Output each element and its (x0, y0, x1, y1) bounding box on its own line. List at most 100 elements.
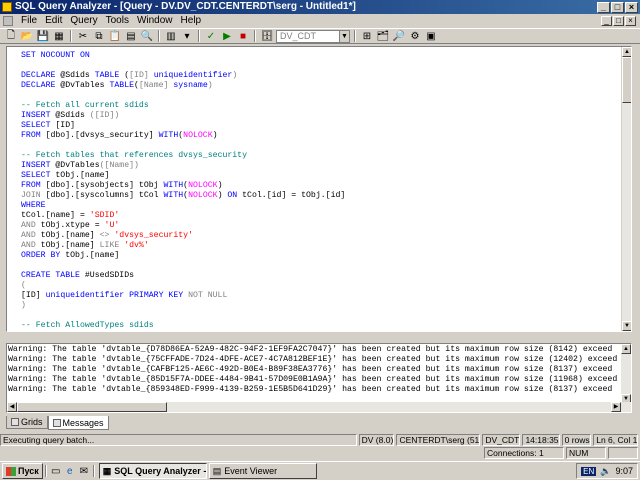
mdi-restore-button[interactable]: □ (613, 16, 624, 26)
object-browser-icon[interactable]: 🗂 (376, 30, 390, 43)
code-line[interactable]: WHERE (21, 201, 621, 211)
object-search-icon[interactable]: 🔎 (392, 30, 406, 43)
code-line[interactable]: FROM [dbo].[sysobjects] tObj WITH(NOLOCK… (21, 181, 621, 191)
code-line[interactable] (21, 311, 621, 321)
outlook-icon[interactable]: ✉ (77, 464, 91, 478)
results-mode-icon[interactable]: ▥ (164, 30, 178, 43)
parse-query-icon[interactable]: ✓ (204, 30, 218, 43)
code-line[interactable]: tCol.[name] = 'SDID' (21, 211, 621, 221)
open-icon[interactable]: 📂 (20, 30, 34, 43)
status-empty (608, 447, 638, 459)
tray-clock[interactable]: 9:07 (615, 466, 633, 476)
code-line[interactable]: FROM [dbo].[dvsys_security] WITH(NOLOCK) (21, 131, 621, 141)
code-token: tObj.[name] (35, 241, 100, 250)
status-bar-secondary: Connections: 1 NUM (0, 447, 640, 459)
dropdown-arrow-icon[interactable]: ▾ (180, 30, 194, 43)
menu-tools[interactable]: Tools (102, 14, 133, 28)
code-line[interactable] (21, 141, 621, 151)
code-token: INSERT (21, 161, 51, 170)
code-line[interactable]: AND tObj.[name] <> 'dvsys_security' (21, 231, 621, 241)
tab-grids[interactable]: Grids (6, 416, 48, 429)
scroll-up-icon[interactable]: ▲ (622, 47, 631, 57)
code-line[interactable]: SET NOCOUNT ON (21, 51, 621, 61)
code-line[interactable]: ) (21, 301, 621, 311)
toolbar: 🗋 📂 💾 ▦ ✂ ⧉ 📋 ▤ 🔍 ▥ ▾ ✓ ▶ ■ 🗄 DV_CDT ▼ ⊞… (0, 28, 640, 44)
execute-query-icon[interactable]: ▶ (220, 30, 234, 43)
minimize-button[interactable]: _ (597, 1, 610, 13)
code-line[interactable]: SELECT [ID] (21, 121, 621, 131)
properties-icon[interactable]: ⚙ (408, 30, 422, 43)
show-desktop-icon[interactable]: ▭ (49, 464, 63, 478)
code-line[interactable]: -- Fetch AllowedTypes sdids (21, 321, 621, 331)
close-button[interactable]: × (625, 1, 638, 13)
results-pane-icon[interactable]: ▣ (424, 30, 438, 43)
speaker-icon[interactable]: 🔈 (600, 466, 611, 477)
code-token: @Sdids (50, 111, 90, 120)
menu-edit[interactable]: Edit (41, 14, 66, 28)
maximize-button[interactable]: □ (611, 1, 624, 13)
code-line[interactable]: CREATE TABLE #UsedSDIDs (21, 271, 621, 281)
paste-icon[interactable]: 📋 (108, 30, 122, 43)
code-line[interactable]: DECLARE @Sdids TABLE ([ID] uniqueidentif… (21, 71, 621, 81)
insert-template-icon[interactable]: ▦ (52, 30, 66, 43)
editor-vertical-scrollbar[interactable]: ▲ ▼ (621, 47, 631, 331)
messages-horizontal-scrollbar[interactable]: ◀ ▶ (7, 402, 631, 412)
cut-icon[interactable]: ✂ (76, 30, 90, 43)
scroll-right-icon[interactable]: ▶ (611, 402, 621, 412)
new-query-icon[interactable]: 🗋 (4, 30, 18, 43)
cancel-query-icon[interactable]: ■ (236, 30, 250, 43)
tab-messages[interactable]: Messages (47, 416, 109, 430)
code-line[interactable]: DECLARE @DvTables TABLE([Name] sysname) (21, 81, 621, 91)
scroll-down-icon[interactable]: ▼ (622, 321, 631, 331)
chevron-down-icon[interactable]: ▼ (339, 30, 349, 42)
code-line[interactable]: [ID] uniqueidentifier PRIMARY KEY NOT NU… (21, 291, 621, 301)
save-icon[interactable]: 💾 (36, 30, 50, 43)
menu-help[interactable]: Help (177, 14, 206, 28)
code-token: ( (21, 281, 26, 290)
code-line[interactable]: INSERT @Sdids ([ID]) (21, 111, 621, 121)
query-text[interactable]: SET NOCOUNT ON DECLARE @Sdids TABLE ([ID]… (21, 51, 621, 331)
code-token: WHERE (21, 201, 46, 210)
menu-query[interactable]: Query (66, 14, 101, 28)
menu-file[interactable]: File (17, 14, 41, 28)
code-token: NOLOCK (188, 181, 218, 190)
scroll-thumb[interactable] (17, 402, 167, 412)
code-line[interactable]: SELECT tObj.[name] (21, 171, 621, 181)
code-line[interactable]: AND tObj.[name] LIKE 'dv%' (21, 241, 621, 251)
code-line[interactable]: INSERT @DvTables([Name]) (21, 161, 621, 171)
find-icon[interactable]: 🔍 (140, 30, 154, 43)
scroll-up-icon[interactable]: ▲ (621, 344, 631, 354)
code-line[interactable]: -- Fetch all current sdids (21, 101, 621, 111)
messages-vertical-scrollbar[interactable]: ▲ ▼ (621, 344, 631, 404)
taskbar-item-event-viewer[interactable]: ▤ Event Viewer (208, 463, 317, 479)
document-icon[interactable] (3, 16, 13, 26)
code-line[interactable]: JOIN [dbo].[syscolumns] tCol WITH(NOLOCK… (21, 191, 621, 201)
code-line[interactable]: -- Fetch tables that references dvsys_se… (21, 151, 621, 161)
internet-explorer-icon[interactable]: e (63, 464, 77, 478)
query-editor[interactable]: SET NOCOUNT ON DECLARE @Sdids TABLE ([ID]… (6, 46, 632, 332)
clear-icon[interactable]: ▤ (124, 30, 138, 43)
code-line[interactable]: ( (21, 281, 621, 291)
taskbar-item-sql-query-analyzer[interactable]: ▦ SQL Query Analyzer - ... (98, 463, 207, 479)
code-line[interactable]: AND tObj.xtype = 'U' (21, 221, 621, 231)
messages-pane[interactable]: Warning: The table 'dvtable_{D78D86EA-52… (6, 343, 632, 413)
scroll-thumb[interactable] (622, 57, 631, 103)
execution-plan-icon[interactable]: ⊞ (360, 30, 374, 43)
code-line[interactable] (21, 61, 621, 71)
language-indicator[interactable]: EN (581, 466, 597, 476)
code-line[interactable] (21, 91, 621, 101)
code-token: WITH (163, 191, 184, 200)
code-token: [dbo].[sysobjects] tObj (40, 181, 164, 190)
database-select[interactable]: DV_CDT ▼ (276, 29, 350, 43)
mdi-close-button[interactable]: × (625, 16, 636, 26)
menu-window[interactable]: Window (133, 14, 177, 28)
code-token: AND (21, 241, 36, 250)
code-token: uniqueidentifier PRIMARY KEY (45, 291, 184, 300)
mdi-minimize-button[interactable]: _ (601, 16, 612, 26)
code-line[interactable] (21, 261, 621, 271)
code-line[interactable]: ORDER BY tObj.[name] (21, 251, 621, 261)
database-select-value: DV_CDT (280, 30, 317, 41)
scroll-left-icon[interactable]: ◀ (7, 402, 17, 412)
start-button[interactable]: Пуск (2, 463, 43, 479)
copy-icon[interactable]: ⧉ (92, 30, 106, 43)
